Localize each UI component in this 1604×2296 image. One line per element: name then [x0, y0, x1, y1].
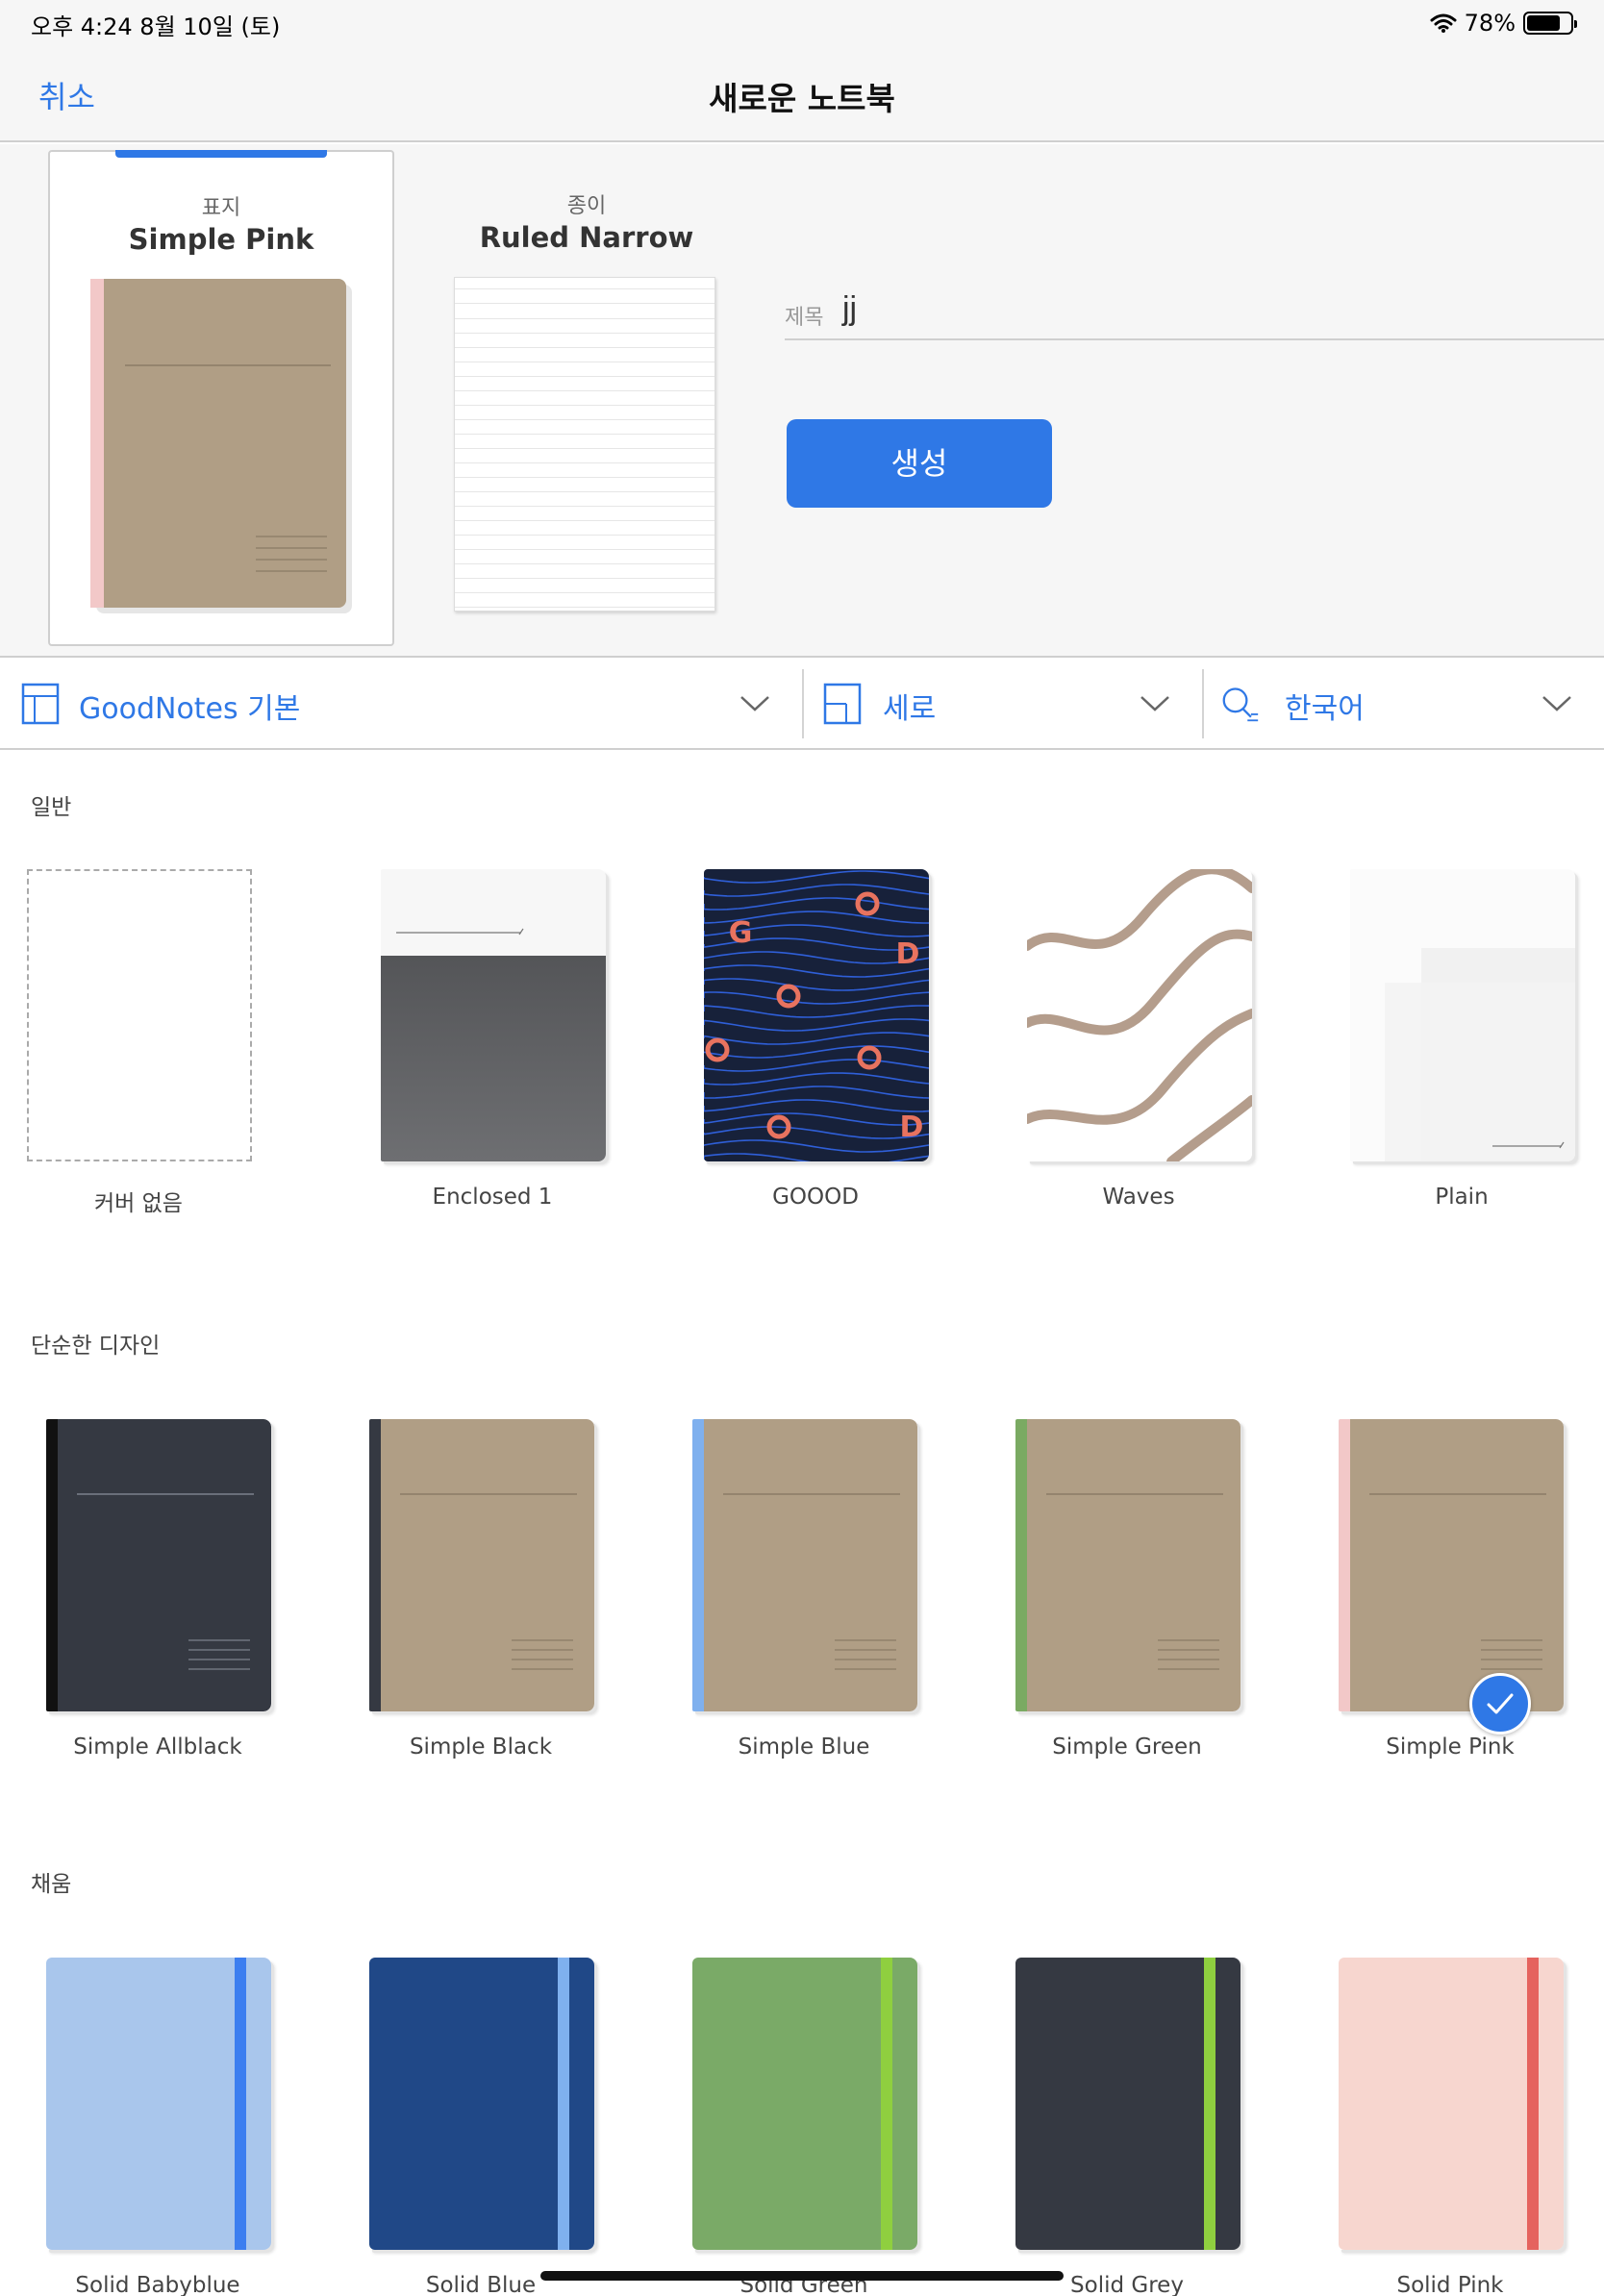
enclosed-cover-thumb: [381, 869, 606, 1161]
status-bar: 오후 4:24 8월 10일 (토) 78%: [0, 0, 1604, 46]
solid-cover-thumb: [1015, 1958, 1241, 2250]
cover-preview: [90, 279, 352, 613]
battery-icon: [1523, 12, 1577, 35]
solid-cover-thumb: [1339, 1958, 1564, 2250]
cover-tile-label: Waves: [1102, 1185, 1175, 1210]
cover-tile-waves[interactable]: Waves: [1015, 869, 1252, 1215]
cover-tile-label: Simple Pink: [1386, 1734, 1515, 1759]
paper-title: Ruled Narrow: [479, 221, 694, 254]
battery-fill: [1527, 15, 1561, 31]
nav-bar: 취소 새로운 노트북: [0, 46, 1604, 142]
cover-title: Simple Pink: [128, 223, 314, 256]
language-filter-label: 한국어: [1285, 692, 1365, 726]
selected-check-badge: [1469, 1673, 1531, 1734]
section-title-general: 일반: [31, 795, 72, 820]
language-filter[interactable]: 한국어: [1204, 658, 1604, 750]
cover-tile-label: Solid Pink: [1396, 2273, 1504, 2296]
portrait-icon: [823, 683, 862, 725]
cover-tile-simple-allblack[interactable]: Simple Allblack: [35, 1419, 271, 1765]
language-search-icon: [1222, 687, 1259, 722]
no-cover-thumb: [27, 869, 252, 1161]
home-indicator: [540, 2271, 1064, 2281]
filter-bar: GoodNotes 기본 세로 한국어: [0, 656, 1604, 750]
template-filter-label: GoodNotes 기본: [79, 692, 301, 726]
svg-text:D: D: [896, 937, 920, 971]
selected-tab-indicator: [115, 150, 327, 158]
cover-tile-simple-pink[interactable]: Simple Pink: [1327, 1419, 1564, 1765]
cover-tile-simple-green[interactable]: Simple Green: [1004, 1419, 1241, 1765]
status-right: 78%: [1430, 8, 1577, 38]
create-button[interactable]: 생성: [787, 419, 1052, 508]
simple-cover-thumb: [692, 1419, 917, 1711]
cover-tile-solid-babyblue[interactable]: Solid Babyblue: [35, 1958, 271, 2296]
svg-text:D: D: [900, 1111, 924, 1144]
cover-tile-enclosed-1[interactable]: Enclosed 1: [369, 869, 606, 1215]
cover-tile-label: Simple Allblack: [73, 1734, 242, 1759]
cover-selector-card[interactable]: 표지 Simple Pink: [48, 150, 394, 646]
battery-percent: 78%: [1464, 10, 1516, 37]
cover-tile-solid-green[interactable]: Solid Green: [681, 1958, 917, 2296]
status-time: 오후 4:24 8월 10일 (토): [31, 13, 281, 40]
cover-tile-simple-black[interactable]: Simple Black: [358, 1419, 594, 1765]
chevron-down-icon: [1542, 696, 1571, 711]
cover-tile-goood[interactable]: G D D GOOOD: [692, 869, 929, 1215]
title-label: 제목: [785, 306, 824, 330]
notebook-setup-panel: 표지 Simple Pink 종이 Ruled Narrow 제목 jj 생성: [0, 144, 1604, 656]
cover-tile-solid-grey[interactable]: Solid Grey: [1004, 1958, 1241, 2296]
cover-tile-label: Simple Black: [409, 1734, 553, 1759]
orientation-filter-label: 세로: [883, 692, 937, 726]
chevron-down-icon: [1140, 696, 1169, 711]
cover-tile-label: 커버 없음: [94, 1191, 183, 1216]
solid-cover-thumb: [46, 1958, 271, 2250]
simple-cover-thumb: [1339, 1419, 1564, 1711]
cover-tile-solid-pink[interactable]: Solid Pink: [1327, 1958, 1564, 2296]
cover-caption: 표지: [201, 196, 241, 220]
page-title: 새로운 노트북: [709, 80, 895, 117]
cover-tile-label: GOOOD: [772, 1185, 859, 1210]
cover-tile-no-cover[interactable]: 커버 없음: [15, 869, 252, 1216]
paper-selector-card[interactable]: 종이 Ruled Narrow: [423, 150, 750, 646]
paper-caption: 종이: [566, 194, 607, 218]
simple-cover-thumb: [369, 1419, 594, 1711]
chevron-down-icon: [740, 696, 769, 711]
cover-tile-solid-blue[interactable]: Solid Blue: [358, 1958, 594, 2296]
solid-cover-thumb: [692, 1958, 917, 2250]
paper-preview: [454, 277, 715, 611]
title-field[interactable]: 제목 jj: [785, 290, 1604, 340]
checkmark-icon: [1487, 1693, 1514, 1714]
cover-tile-label: Simple Blue: [738, 1734, 870, 1759]
svg-text:G: G: [729, 916, 753, 950]
template-filter[interactable]: GoodNotes 기본: [0, 658, 802, 750]
plain-cover-thumb: [1350, 869, 1575, 1161]
cover-tile-label: Simple Green: [1052, 1734, 1202, 1759]
goood-cover-thumb: G D D: [704, 869, 929, 1161]
waves-cover-thumb: [1027, 869, 1252, 1161]
cover-tile-plain[interactable]: Plain: [1339, 869, 1575, 1215]
orientation-filter[interactable]: 세로: [804, 658, 1202, 750]
cover-tile-label: Solid Babyblue: [75, 2273, 240, 2296]
template-icon: [21, 683, 60, 725]
solid-cover-thumb: [369, 1958, 594, 2250]
simple-cover-thumb: [46, 1419, 271, 1711]
section-title-simple-design: 단순한 디자인: [31, 1334, 161, 1359]
cover-tile-label: Enclosed 1: [432, 1185, 553, 1210]
cover-tile-simple-blue[interactable]: Simple Blue: [681, 1419, 917, 1765]
section-title-solid: 채움: [31, 1872, 72, 1897]
wifi-icon: [1430, 13, 1457, 33]
cover-tile-label: Plain: [1435, 1185, 1489, 1210]
simple-cover-thumb: [1015, 1419, 1241, 1711]
title-input[interactable]: jj: [842, 290, 857, 328]
